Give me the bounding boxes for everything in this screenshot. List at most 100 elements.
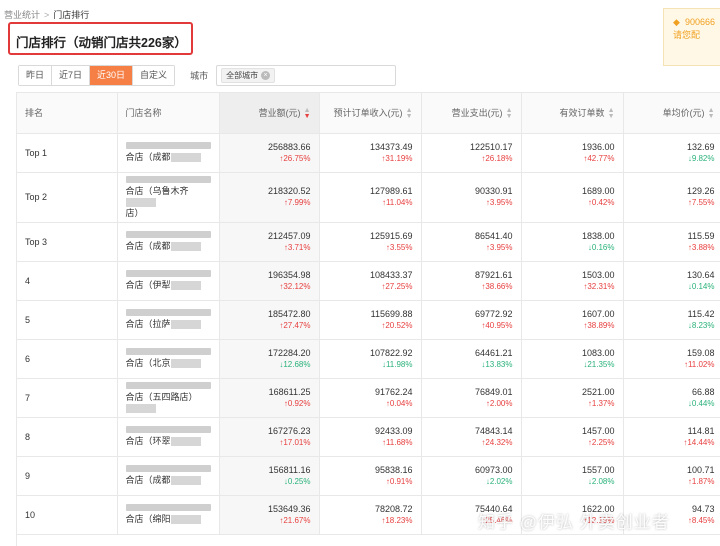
orders-change: ↑2.25% — [587, 437, 615, 447]
header-expense[interactable]: 营业支出(元) ▲ ▼ — [421, 93, 522, 134]
revenue-cell: 256883.66 ↑26.75% — [219, 133, 320, 173]
store-cell[interactable]: 合店（成都 — [117, 133, 220, 173]
orders-cell: 1607.00 ↑38.89% — [521, 300, 624, 340]
expense-change: ↑3.95% — [485, 198, 513, 207]
table-row[interactable]: 7 合店（五四路店） 168611.25 ↑0.92% 91762.24 ↑0.04% 76… — [17, 378, 720, 418]
city-label: 城市 — [190, 71, 209, 81]
avg-price-value: 129.26 — [686, 186, 715, 196]
rank-cell: 9 — [17, 456, 118, 496]
avg-price-change: ↓0.14% — [687, 281, 715, 291]
header-avg-price-label: 单均价(元) — [662, 107, 705, 118]
store-name: 合店（成都 — [126, 475, 211, 486]
sort-icon[interactable]: ▲ ▼ — [708, 107, 715, 120]
orders-cell: 1936.00 ↑42.77% — [521, 133, 624, 173]
orders-cell: 1838.00 ↓0.16% — [521, 222, 624, 262]
orders-value: 2521.00 — [581, 386, 615, 397]
header-revenue[interactable]: 营业额(元) ▲ ▼ — [219, 93, 320, 134]
avg-price-value: 114.81 — [687, 425, 715, 436]
avg-price-change: ↓0.44% — [687, 398, 715, 408]
store-cell[interactable]: 合店（绵阳 — [117, 495, 220, 535]
income-cell: 95838.16 ↑0.91% — [319, 456, 422, 496]
notice-banner[interactable]: ◆ 900666 请您配 — [663, 8, 720, 66]
revenue-value: 153649.36 — [267, 503, 311, 514]
orders-change: ↑38.89% — [583, 320, 615, 330]
tab-custom[interactable]: 自定义 — [133, 66, 175, 85]
breadcrumb-parent[interactable]: 营业统计 — [4, 8, 40, 21]
income-change: ↑0.91% — [385, 476, 413, 486]
orders-cell: 1457.00 ↑2.25% — [521, 417, 624, 457]
income-change: ↑31.19% — [381, 153, 413, 163]
avg-price-cell: 66.88 ↓0.44% — [623, 378, 720, 418]
table-row[interactable]: Top 3 合店（成都 212457.09 ↑3.71% 125915.69 ↑3.55%… — [17, 222, 720, 262]
store-cell[interactable]: 合店（伊犁 — [117, 261, 220, 301]
expense-change: ↑26.18% — [481, 153, 513, 163]
table-row[interactable]: 5 合店（拉萨 185472.80 ↑27.47% 115699.88 ↑20.52% 69… — [17, 300, 720, 340]
avg-price-value: 130.64 — [686, 269, 715, 280]
revenue-cell: 153649.36 ↑21.67% — [219, 495, 320, 535]
header-expected-income[interactable]: 预计订单收入(元) ▲ ▼ — [319, 93, 422, 134]
masked-store-text — [170, 359, 201, 369]
watermark: 知乎 @伊弘 外卖创业者 — [478, 513, 670, 532]
orders-value: 1838.00 — [581, 230, 615, 241]
masked-store-text — [125, 175, 211, 183]
orders-cell: 1083.00 ↓21.35% — [521, 339, 624, 379]
table-row[interactable]: 8 合店（环翠 167276.23 ↑17.01% 92433.09 ↑11.68% 748… — [17, 417, 720, 457]
expense-change: ↑24.32% — [481, 437, 513, 447]
expense-value: 60973.00 — [474, 464, 513, 475]
masked-store-text — [170, 320, 201, 330]
table-row[interactable]: Top 2 合店（乌鲁木齐 店） 218320.52 ↑7.99% 127989.61 ↑1… — [17, 172, 720, 223]
avg-price-change: ↓8.23% — [687, 320, 715, 330]
sort-icon[interactable]: ▲ ▼ — [406, 107, 413, 120]
table-row[interactable]: 9 合店（成都 156811.16 ↓0.25% 95838.16 ↑0.91% 60973… — [17, 456, 720, 496]
income-change: ↑20.52% — [381, 320, 413, 330]
avg-price-cell: 115.42 ↓8.23% — [623, 300, 720, 340]
masked-store-text — [170, 515, 201, 525]
header-revenue-label: 营业额(元) — [258, 107, 301, 118]
store-name: 合店（五四路店） — [125, 392, 211, 414]
income-cell: 92433.09 ↑11.68% — [319, 417, 422, 457]
table-row[interactable]: Top 1 合店（成都 256883.66 ↑26.75% 134373.49 ↑31.1… — [17, 133, 720, 173]
store-cell[interactable]: 合店（五四路店） — [117, 378, 220, 418]
tab-last-30-days[interactable]: 近30日 — [90, 66, 134, 85]
table-row[interactable]: 4 合店（伊犁 196354.98 ↑32.12% 108433.37 ↑27.25% 87… — [17, 261, 720, 301]
sort-icon[interactable]: ▲ ▼ — [304, 107, 311, 120]
table-row[interactable]: 6 合店（北京 172284.20 ↓12.68% 107822.92 ↓11.98% 64… — [17, 339, 720, 379]
revenue-cell: 196354.98 ↑32.12% — [219, 261, 320, 301]
masked-store-text — [125, 142, 211, 149]
avg-price-change: ↑1.87% — [687, 476, 715, 486]
expense-value: 86541.40 — [474, 230, 513, 241]
revenue-change: ↑0.92% — [283, 398, 311, 408]
income-change: ↑11.68% — [381, 437, 413, 447]
avg-price-value: 115.42 — [687, 308, 715, 319]
header-orders[interactable]: 有效订单数 ▲ ▼ — [521, 93, 624, 134]
store-cell[interactable]: 合店（成都 — [117, 456, 220, 496]
store-cell[interactable]: 合店（乌鲁木齐 店） — [117, 172, 220, 223]
filter-bar: 昨日 近7日 近30日 自定义 城市 全部城市 × — [18, 65, 397, 86]
income-change: ↑3.55% — [385, 242, 413, 252]
tab-yesterday[interactable]: 昨日 — [19, 66, 53, 85]
close-icon[interactable]: × — [261, 71, 271, 80]
expense-cell: 76849.01 ↑2.00% — [421, 378, 522, 418]
store-cell[interactable]: 合店（拉萨 — [117, 300, 220, 340]
revenue-change: ↑21.67% — [279, 515, 311, 525]
tab-last-7-days[interactable]: 近7日 — [52, 66, 91, 85]
avg-price-cell: 159.08 ↑11.02% — [623, 339, 720, 379]
store-cell[interactable]: 合店（环翠 — [117, 417, 220, 457]
store-cell[interactable]: 合店（北京 — [117, 339, 220, 379]
city-select[interactable]: 全部城市 × — [216, 65, 397, 86]
masked-store-text — [125, 381, 211, 389]
sort-icon[interactable]: ▲ ▼ — [608, 107, 615, 120]
avg-price-change: ↓9.82% — [687, 153, 715, 163]
expense-cell: 74843.14 ↑24.32% — [421, 417, 522, 457]
expense-value: 122510.17 — [469, 141, 513, 152]
income-change: ↑18.23% — [381, 515, 413, 525]
header-avg-price[interactable]: 单均价(元) ▲ ▼ — [623, 93, 720, 134]
revenue-value: 218320.52 — [267, 186, 311, 196]
store-cell[interactable]: 合店（成都 — [117, 222, 220, 262]
breadcrumb-separator: > — [44, 9, 50, 20]
sort-icon[interactable]: ▲ ▼ — [506, 107, 513, 120]
revenue-value: 168611.25 — [268, 386, 311, 397]
avg-price-change: ↑14.44% — [683, 437, 715, 447]
expense-cell: 69772.92 ↑40.95% — [421, 300, 522, 340]
rank-cell: Top 2 — [17, 172, 118, 223]
